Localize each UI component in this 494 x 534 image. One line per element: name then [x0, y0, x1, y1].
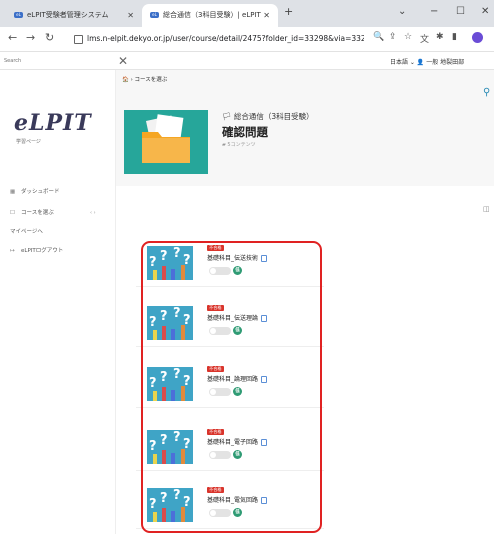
zoom-icon[interactable]: 🔍 [373, 32, 384, 42]
browser-tab[interactable]: eL eLPIT受験者管理システム ✕ [6, 4, 142, 27]
close-menu-icon[interactable]: ✕ [118, 54, 128, 68]
sidebar-item-label: ダッシュボード [21, 189, 60, 195]
back-icon[interactable]: ← [8, 31, 17, 44]
bookmark-star-icon[interactable]: ☆ [404, 32, 412, 42]
logo-subtitle: 学習ページ [16, 139, 41, 145]
elpit-favicon-icon: eL [14, 12, 23, 18]
sidebar-collapse-arrows[interactable]: ‹ › [90, 210, 96, 216]
side-panel-icon[interactable]: ▮ [452, 32, 457, 42]
sidebar-item-logout[interactable]: ↦ eLPITログアウト [10, 246, 63, 254]
sidebar-item-label: コースを選ぶ [21, 210, 54, 216]
search-input[interactable] [4, 56, 104, 65]
elpit-favicon-icon: eL [150, 12, 159, 18]
page-title: 確認問題 [222, 125, 268, 139]
share-icon[interactable]: ⇪ [389, 32, 397, 42]
sidebar-item-label: マイページへ [10, 229, 43, 235]
course-icon: ☐ [10, 210, 15, 216]
folder-thumbnail [124, 110, 208, 174]
tab-title: 総合通信（3科目受験）| eLPIT [163, 11, 261, 19]
user-language-menu[interactable]: 日本語 ⌄ 👤 一般 地裂田部 [390, 57, 464, 66]
course-label: 🏳 総合通信（3科目受験） [222, 112, 314, 121]
tab-search-icon[interactable]: ⌄ [398, 6, 406, 17]
close-window-icon[interactable]: ✕ [481, 6, 489, 17]
sidebar-item-dashboard[interactable]: ▦ ダッシュボード [10, 187, 60, 195]
sidebar-item-course[interactable]: ☐ コースを選ぶ [10, 208, 54, 216]
sidebar-item-mypage[interactable]: マイページへ [10, 227, 43, 235]
dashboard-icon: ▦ [10, 189, 16, 195]
close-tab-icon[interactable]: ✕ [127, 4, 134, 27]
lock-icon [74, 34, 83, 44]
browser-tab-bar: eL eLPIT受験者管理システム ✕ eL 総合通信（3科目受験）| eLPIT … [0, 0, 494, 27]
browser-tab-active[interactable]: eL 総合通信（3科目受験）| eLPIT ✕ [142, 4, 278, 27]
content-count: ▰ 5コンテンツ [222, 142, 256, 148]
sidebar-item-label: eLPITログアウト [21, 248, 64, 254]
tab-title: eLPIT受験者管理システム [27, 11, 109, 19]
logout-icon: ↦ [10, 248, 15, 254]
profile-avatar[interactable] [472, 32, 483, 43]
reload-icon[interactable]: ↻ [45, 31, 54, 44]
highlight-annotation-box [141, 241, 322, 533]
folder-icon [142, 114, 190, 163]
elpit-logo[interactable]: eLPIT [14, 110, 92, 136]
url-text: lms.n-elpit.dekyo.or.jp/user/course/deta… [87, 34, 364, 43]
maximize-icon[interactable]: ☐ [456, 6, 465, 17]
minimize-icon[interactable]: − [430, 6, 438, 17]
panel-toggle-icon[interactable]: ◫ [483, 205, 490, 213]
close-tab-icon[interactable]: ✕ [263, 4, 270, 27]
translate-icon[interactable]: 文 [420, 32, 429, 45]
breadcrumb[interactable]: 🏠 › コースを選ぶ [122, 75, 167, 83]
forward-icon[interactable]: → [26, 31, 35, 44]
extensions-icon[interactable]: ✱ [436, 32, 444, 42]
search-icon[interactable]: ⚲ [483, 87, 490, 98]
url-field[interactable]: lms.n-elpit.dekyo.or.jp/user/course/deta… [74, 31, 364, 46]
new-tab-button[interactable]: + [284, 5, 293, 18]
